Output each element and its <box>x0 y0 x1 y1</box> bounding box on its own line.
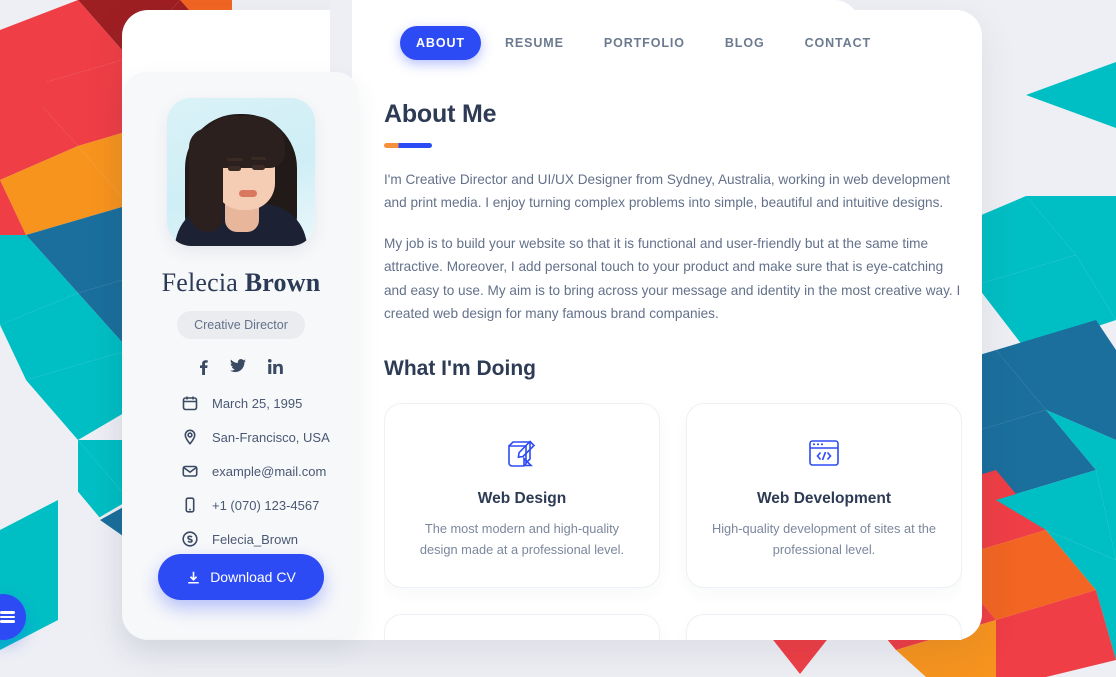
contact-location: San-Francisco, USA <box>182 429 334 445</box>
service-card-web-development[interactable]: Web Development High-quality development… <box>686 403 962 588</box>
contact-phone-value[interactable]: +1 (070) 123-4567 <box>212 498 319 513</box>
map-pin-icon <box>184 429 196 445</box>
contact-email-value[interactable]: example@mail.com <box>212 464 326 479</box>
profile-last-name: Brown <box>244 268 321 297</box>
code-window-icon <box>709 432 939 474</box>
contact-phone[interactable]: +1 (070) 123-4567 <box>182 497 334 513</box>
services-grid: Web Design The most modern and high-qual… <box>384 403 962 640</box>
contact-birthday: March 25, 1995 <box>182 395 334 411</box>
social-links[interactable] <box>148 359 334 375</box>
service-title: Web Design <box>477 490 567 508</box>
service-card-mobile-apps[interactable] <box>384 613 660 640</box>
hamburger-icon <box>0 609 15 624</box>
service-text: High-quality development of sites at the… <box>711 521 937 557</box>
triangle-accent-bottom <box>770 636 830 674</box>
page-title: About Me <box>384 100 497 128</box>
download-cv-button[interactable]: Download CV <box>158 554 324 600</box>
download-icon <box>188 571 199 584</box>
main-navigation[interactable]: ABOUT RESUME PORTFOLIO BLOG CONTACT <box>400 26 887 60</box>
service-text: The most modern and high-quality design … <box>419 521 625 557</box>
service-title: Web Development <box>756 490 892 508</box>
nav-item-blog[interactable]: BLOG <box>709 26 781 60</box>
profile-sidebar: Felecia Brown Creative Director March 25… <box>124 72 358 638</box>
twitter-icon[interactable] <box>230 359 246 373</box>
skype-icon <box>182 531 198 547</box>
title-underline <box>384 143 432 148</box>
contact-birthday-value: March 25, 1995 <box>212 395 303 411</box>
about-paragraph-1: I'm Creative Director and UI/UX Designer… <box>384 172 950 211</box>
nav-item-contact[interactable]: CONTACT <box>789 26 887 60</box>
contact-email[interactable]: example@mail.com <box>182 463 334 479</box>
profile-first-name: Felecia <box>161 268 245 297</box>
contact-location-value: San-Francisco, USA <box>212 429 330 445</box>
service-card-web-design[interactable]: Web Design The most modern and high-qual… <box>384 403 660 588</box>
services-title: What I'm Doing <box>384 357 536 381</box>
nav-item-resume[interactable]: RESUME <box>489 26 580 60</box>
facebook-icon[interactable] <box>199 359 208 375</box>
design-blueprint-icon <box>407 432 637 474</box>
about-paragraph-2: My job is to build your website so that … <box>384 235 961 321</box>
nav-item-portfolio[interactable]: PORTFOLIO <box>588 26 701 60</box>
download-cv-label: Download CV <box>210 569 296 585</box>
service-card-photography[interactable] <box>686 613 962 640</box>
linkedin-icon[interactable] <box>268 359 283 374</box>
envelope-icon <box>182 465 198 477</box>
nav-item-about[interactable]: ABOUT <box>400 26 481 60</box>
contact-list: March 25, 1995 San-Francisco, USA exampl… <box>148 395 334 547</box>
calendar-icon <box>182 396 198 411</box>
contact-skype-value[interactable]: Felecia_Brown <box>212 532 298 547</box>
profile-name: Felecia Brown <box>148 268 334 298</box>
mobile-icon <box>185 497 195 513</box>
contact-skype[interactable]: Felecia_Brown <box>182 531 334 547</box>
role-badge: Creative Director <box>177 311 305 339</box>
about-content: About Me I'm Creative Director and UI/UX… <box>384 100 962 640</box>
avatar <box>167 98 315 246</box>
